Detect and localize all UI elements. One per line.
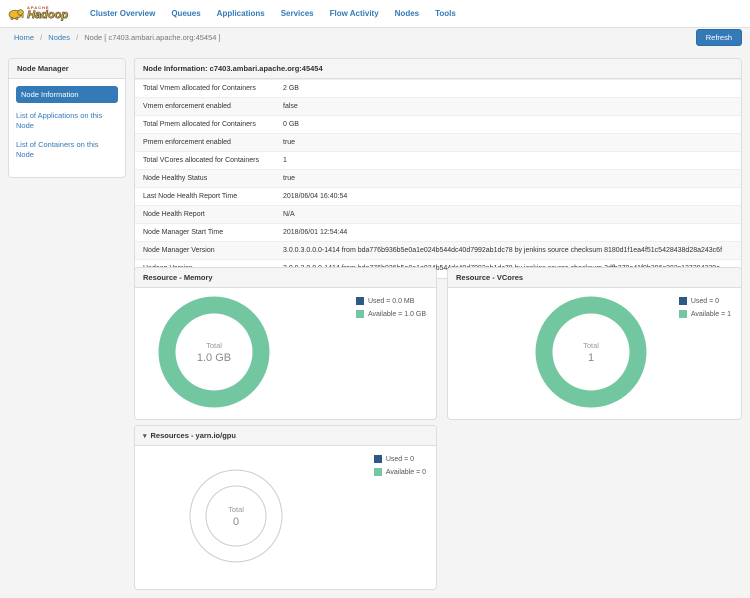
breadcrumb-home[interactable]: Home: [14, 33, 34, 42]
breadcrumb-row: Home / Nodes / Node [ c7403.ambari.apach…: [14, 33, 742, 42]
vcores-legend: Used = 0 Available = 1: [679, 297, 731, 323]
memory-legend: Used = 0.0 MB Available = 1.0 GB: [356, 297, 426, 323]
table-row: Total Pmem allocated for Containers 0 GB: [135, 116, 741, 134]
legend-item-available: Available = 1: [679, 310, 731, 318]
legend-label: Available = 0: [386, 469, 426, 476]
hadoop-label: Hadoop: [27, 10, 68, 21]
gpu-legend: Used = 0 Available = 0: [374, 455, 426, 481]
legend-item-used: Used = 0: [374, 455, 426, 463]
legend-label: Used = 0: [386, 456, 414, 463]
row-value: 0 GB: [275, 116, 741, 134]
memory-chart-panel: Resource - Memory Used = 0.0 MB Availabl…: [134, 267, 437, 420]
row-label: Vmem enforcement enabled: [135, 98, 275, 116]
available-swatch-icon: [374, 468, 382, 476]
collapse-arrow-icon[interactable]: ▾: [143, 433, 147, 440]
gpu-chart-heading: ▾ Resources - yarn.io/gpu: [135, 426, 436, 446]
vcores-donut-chart: Total 1: [532, 293, 650, 411]
row-label: Pmem enforcement enabled: [135, 134, 275, 152]
gpu-chart-panel: ▾ Resources - yarn.io/gpu Used = 0 Availa…: [134, 425, 437, 590]
row-label: Total Vmem allocated for Containers: [135, 80, 275, 98]
legend-item-used: Used = 0: [679, 297, 731, 305]
row-value: 2 GB: [275, 80, 741, 98]
table-row: Node Healthy Status true: [135, 170, 741, 188]
node-information-table: Total Vmem allocated for Containers 2 GB…: [135, 79, 741, 278]
legend-label: Used = 0.0 MB: [368, 298, 415, 305]
row-value: true: [275, 170, 741, 188]
table-row: Node Health Report N/A: [135, 206, 741, 224]
legend-label: Used = 0: [691, 298, 719, 305]
legend-label: Available = 1: [691, 311, 731, 318]
top-navbar: APACHE Hadoop Cluster Overview Queues Ap…: [0, 0, 750, 28]
sidebar-title: Node Manager: [9, 59, 125, 79]
table-row: Node Manager Start Time 2018/06/01 12:54…: [135, 224, 741, 242]
nav-item-queues[interactable]: Queues: [171, 9, 200, 18]
breadcrumb-separator: /: [76, 33, 78, 42]
gpu-donut-chart: Total 0: [181, 461, 291, 571]
table-row: Node Manager Version 3.0.0.3.0.0.0-1414 …: [135, 242, 741, 260]
elephant-icon: [8, 7, 24, 20]
table-row: Total Vmem allocated for Containers 2 GB: [135, 80, 741, 98]
breadcrumb-nodes[interactable]: Nodes: [48, 33, 70, 42]
vcores-chart-panel: Resource - VCores Used = 0 Available = 1…: [447, 267, 742, 420]
used-swatch-icon: [374, 455, 382, 463]
table-row: Last Node Health Report Time 2018/06/04 …: [135, 188, 741, 206]
gpu-chart-body: Used = 0 Available = 0 Total 0: [135, 446, 436, 588]
legend-item-available: Available = 0: [374, 468, 426, 476]
table-row: Total VCores allocated for Containers 1: [135, 152, 741, 170]
used-swatch-icon: [679, 297, 687, 305]
available-swatch-icon: [679, 310, 687, 318]
brand-text: APACHE Hadoop: [27, 6, 68, 21]
row-value: false: [275, 98, 741, 116]
gpu-donut-ring: [181, 461, 291, 571]
nav-item-services[interactable]: Services: [281, 9, 314, 18]
refresh-button[interactable]: Refresh: [696, 29, 742, 46]
row-value: true: [275, 134, 741, 152]
breadcrumb-separator: /: [40, 33, 42, 42]
node-information-title: Node Information: c7403.ambari.apache.or…: [135, 59, 741, 79]
breadcrumb-current: Node [ c7403.ambari.apache.org:45454 ]: [84, 33, 220, 42]
used-swatch-icon: [356, 297, 364, 305]
vcores-donut-ring: [532, 293, 650, 411]
main-nav: Cluster Overview Queues Applications Ser…: [90, 9, 456, 18]
sidebar-item-containers-on-node[interactable]: List of Containers on this Node: [16, 140, 118, 160]
row-label: Node Healthy Status: [135, 170, 275, 188]
nav-item-flow-activity[interactable]: Flow Activity: [330, 9, 379, 18]
row-label: Node Health Report: [135, 206, 275, 224]
memory-donut-chart: Total 1.0 GB: [155, 293, 273, 411]
row-value: 2018/06/01 12:54:44: [275, 224, 741, 242]
node-information-panel: Node Information: c7403.ambari.apache.or…: [134, 58, 742, 279]
sidebar-body: Node Information List of Applications on…: [9, 79, 125, 177]
row-label: Total VCores allocated for Containers: [135, 152, 275, 170]
sidebar-item-applications-on-node[interactable]: List of Applications on this Node: [16, 111, 118, 131]
node-manager-sidebar: Node Manager Node Information List of Ap…: [8, 58, 126, 178]
sidebar-item-node-information[interactable]: Node Information: [16, 86, 118, 103]
gpu-chart-title: Resources - yarn.io/gpu: [151, 431, 236, 440]
row-label: Node Manager Start Time: [135, 224, 275, 242]
memory-donut-ring: [155, 293, 273, 411]
hadoop-logo[interactable]: APACHE Hadoop: [8, 6, 68, 21]
nav-item-nodes[interactable]: Nodes: [395, 9, 419, 18]
legend-item-used: Used = 0.0 MB: [356, 297, 426, 305]
memory-chart-body: Used = 0.0 MB Available = 1.0 GB Total 1…: [135, 288, 436, 418]
row-value: N/A: [275, 206, 741, 224]
row-label: Total Pmem allocated for Containers: [135, 116, 275, 134]
legend-label: Available = 1.0 GB: [368, 311, 426, 318]
row-label: Last Node Health Report Time: [135, 188, 275, 206]
vcores-chart-body: Used = 0 Available = 1 Total 1: [448, 288, 741, 418]
breadcrumb: Home / Nodes / Node [ c7403.ambari.apach…: [14, 33, 221, 42]
row-value: 1: [275, 152, 741, 170]
table-row: Pmem enforcement enabled true: [135, 134, 741, 152]
available-swatch-icon: [356, 310, 364, 318]
row-value: 3.0.0.3.0.0.0-1414 from bda776b936b5e0a1…: [275, 242, 741, 260]
row-value: 2018/06/04 16:40:54: [275, 188, 741, 206]
table-row: Vmem enforcement enabled false: [135, 98, 741, 116]
vcores-chart-title: Resource - VCores: [448, 268, 741, 288]
nav-item-cluster-overview[interactable]: Cluster Overview: [90, 9, 155, 18]
nav-item-tools[interactable]: Tools: [435, 9, 456, 18]
nav-item-applications[interactable]: Applications: [217, 9, 265, 18]
row-label: Node Manager Version: [135, 242, 275, 260]
legend-item-available: Available = 1.0 GB: [356, 310, 426, 318]
memory-chart-title: Resource - Memory: [135, 268, 436, 288]
